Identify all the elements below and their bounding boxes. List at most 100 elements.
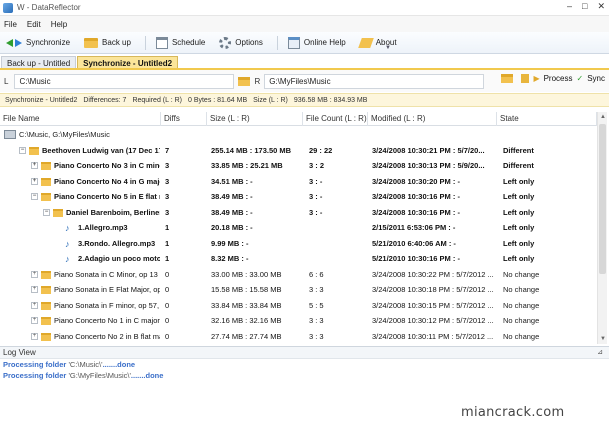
- toolbar: Synchronize Back up Schedule Options Onl…: [0, 32, 609, 54]
- diffs-cell: 1: [165, 238, 170, 248]
- path-bar: L C:\Music R G:\MyFiles\Music ▶ Process …: [0, 70, 609, 92]
- flag-icon[interactable]: [521, 74, 530, 83]
- table-row[interactable]: − Piano Concerto No 5 in E flat m... 3 38.4…: [0, 189, 597, 205]
- process-button[interactable]: Process: [544, 74, 573, 83]
- expand-icon[interactable]: +: [31, 317, 38, 324]
- left-path-label: L: [4, 76, 9, 86]
- size-cell: 33.84 MB : 33.84 MB: [211, 300, 282, 310]
- scroll-thumb[interactable]: [599, 124, 606, 274]
- table-row[interactable]: + Piano Concerto No 1 in C major, ... 0 32.…: [0, 313, 597, 329]
- diffs-cell: 0: [165, 331, 170, 341]
- state-cell: No change: [503, 300, 540, 310]
- file-count-cell: 3 : -: [309, 207, 323, 217]
- expand-icon[interactable]: +: [31, 177, 38, 185]
- schedule-button[interactable]: Schedule: [155, 36, 205, 49]
- menu-edit[interactable]: Edit: [27, 20, 41, 29]
- right-path-value: G:\MyFiles\Music: [269, 76, 331, 86]
- about-button[interactable]: About: [357, 37, 397, 48]
- document-tabs: Back up - Untitled Synchronize - Untitle…: [0, 54, 609, 69]
- expand-icon[interactable]: +: [31, 162, 38, 169]
- size-cell: 33.85 MB : 25.21 MB: [211, 161, 283, 170]
- table-row[interactable]: + Piano Concerto No 2 in B flat ma... 0 27.…: [0, 329, 597, 345]
- log-view-title: Log View: [0, 347, 609, 359]
- file-count-cell: 3 : 2: [309, 161, 325, 170]
- modified-cell: 3/24/2008 10:30:15 PM : 5/7/2012 ...: [372, 300, 494, 310]
- gear-icon: [219, 36, 232, 49]
- table-row[interactable]: − Beethoven Ludwig van (17 Dec 17... 7 255.…: [0, 143, 597, 159]
- size-cell: 15.58 MB : 15.58 MB: [211, 285, 282, 294]
- synchronize-icon: [6, 38, 22, 48]
- expand-icon[interactable]: +: [31, 332, 38, 340]
- synchronize-button[interactable]: Synchronize: [6, 38, 70, 48]
- column-file-count[interactable]: File Count (L : R): [303, 112, 368, 126]
- state-cell: Left only: [503, 238, 535, 248]
- file-name-cell: Piano Concerto No 1 in C major, ...: [54, 316, 160, 325]
- online-help-button[interactable]: Online Help: [287, 36, 346, 49]
- size-cell: 34.51 MB : -: [211, 176, 253, 186]
- drive-icon: [4, 130, 16, 139]
- scroll-down-icon[interactable]: ▼: [598, 334, 608, 344]
- table-row[interactable]: ♪ 1.Allegro.mp3 1 20.18 MB : - 2/15/2011 6:5…: [0, 220, 597, 236]
- expand-icon[interactable]: +: [31, 301, 38, 309]
- diffs-cell: 3: [165, 207, 170, 217]
- table-row[interactable]: − Daniel Barenboim, Berliner ... 3 38.49 MB…: [0, 205, 597, 221]
- folder-icon: [41, 317, 51, 325]
- vertical-scrollbar[interactable]: ▲ ▼: [597, 112, 607, 344]
- toolbar-overflow-icon[interactable]: ▼: [385, 45, 391, 51]
- audio-file-icon: ♪: [65, 238, 70, 249]
- process-icon: ▶: [533, 74, 540, 83]
- collapse-icon[interactable]: −: [31, 193, 38, 200]
- right-browse-folder-icon[interactable]: [501, 74, 514, 83]
- expand-icon[interactable]: +: [31, 286, 38, 293]
- menu-help[interactable]: Help: [51, 20, 67, 29]
- table-row[interactable]: + Piano Concerto No 4 in G major... 3 34.51…: [0, 174, 597, 190]
- backup-button[interactable]: Back up: [84, 37, 131, 48]
- column-diffs[interactable]: Diffs: [161, 112, 207, 126]
- column-state[interactable]: State: [497, 112, 597, 126]
- file-count-cell: 3 : 3: [309, 285, 324, 294]
- column-file-name[interactable]: File Name: [0, 112, 161, 126]
- root-path-text: C:\Music, G:\MyFiles\Music: [19, 130, 110, 139]
- menu-file[interactable]: File: [4, 20, 17, 29]
- file-count-cell: 3 : 3: [309, 316, 324, 325]
- table-row[interactable]: + Piano Concerto No 3 in C minor,... 3 33.8…: [0, 158, 597, 174]
- maximize-button[interactable]: □: [582, 1, 587, 12]
- state-cell: Left only: [503, 254, 535, 263]
- sync-button[interactable]: Sync: [587, 74, 605, 83]
- diffs-cell: 3: [165, 192, 170, 201]
- right-path-input[interactable]: G:\MyFiles\Music: [264, 73, 485, 89]
- left-path-input[interactable]: C:\Music: [14, 73, 235, 89]
- state-cell: No change: [503, 331, 540, 341]
- diffs-cell: 0: [165, 316, 170, 325]
- root-path-row[interactable]: C:\Music, G:\MyFiles\Music: [0, 127, 597, 143]
- pin-icon[interactable]: ⊿: [597, 348, 603, 356]
- size-cell: 38.49 MB : -: [211, 207, 253, 217]
- state-cell: Different: [503, 145, 534, 155]
- diffs-cell: 3: [165, 161, 170, 170]
- state-cell: Left only: [503, 207, 535, 217]
- scroll-up-icon[interactable]: ▲: [598, 112, 608, 122]
- log-line-path: 'C:\Music\': [68, 360, 103, 369]
- table-row[interactable]: + Piano Sonata in C Minor, op 13 0 33.00 MB…: [0, 267, 597, 283]
- diffs-cell: 1: [165, 254, 170, 263]
- collapse-icon[interactable]: −: [43, 208, 50, 216]
- file-count-cell: 3 : -: [309, 176, 323, 186]
- table-row[interactable]: ♪ 2.Adagio un poco moto... 1 8.32 MB : - 5/2…: [0, 251, 597, 267]
- table-row[interactable]: + Piano Sonata in E Flat Major, op ... 0 15…: [0, 282, 597, 298]
- backup-icon: [84, 37, 99, 48]
- options-button[interactable]: Options: [219, 36, 263, 49]
- diffs-cell: 0: [165, 269, 170, 279]
- help-icon: [287, 36, 300, 49]
- minimize-button[interactable]: –: [567, 1, 572, 12]
- left-browse-folder-icon[interactable]: [238, 76, 251, 86]
- grid-header: File Name Diffs Size (L : R) File Count …: [0, 112, 597, 126]
- column-modified[interactable]: Modified (L : R): [368, 112, 497, 126]
- folder-icon: [41, 162, 51, 170]
- column-size[interactable]: Size (L : R): [207, 112, 303, 126]
- collapse-icon[interactable]: −: [19, 146, 26, 154]
- expand-icon[interactable]: +: [31, 270, 38, 278]
- folder-icon: [41, 193, 51, 201]
- close-button[interactable]: ✕: [597, 1, 605, 12]
- table-row[interactable]: + Piano Sonata in F minor, op 57, ... 0 33.…: [0, 298, 597, 314]
- table-row[interactable]: ♪ 3.Rondo. Allegro.mp3 1 9.99 MB : - 5/21/20…: [0, 236, 597, 252]
